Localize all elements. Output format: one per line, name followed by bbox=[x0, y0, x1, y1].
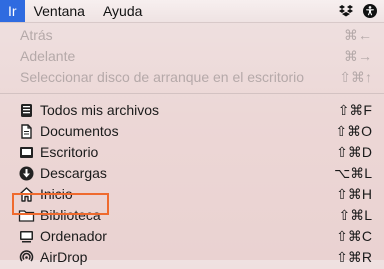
menu-item-documentos[interactable]: Documentos ⇧⌘O bbox=[0, 121, 384, 142]
menu-item-escritorio[interactable]: Escritorio ⇧⌘D bbox=[0, 142, 384, 163]
all-files-icon bbox=[18, 102, 35, 119]
shortcut: ⇧⌘L bbox=[338, 207, 372, 223]
menu-item-label: Descargas bbox=[40, 165, 107, 181]
menu-item-adelante: Adelante ⌘→ bbox=[0, 46, 384, 67]
menu-item-todos-mis-archivos[interactable]: Todos mis archivos ⇧⌘F bbox=[0, 100, 384, 121]
menu-bar: Ir Ventana Ayuda bbox=[0, 0, 384, 23]
menu-item-label: Atrás bbox=[20, 27, 53, 43]
menu-item-label: Seleccionar disco de arranque en el escr… bbox=[20, 69, 305, 85]
menu-item-atras: Atrás ⌘← bbox=[0, 25, 384, 46]
ir-menu: Atrás ⌘← Adelante ⌘→ Seleccionar disco d… bbox=[0, 22, 384, 265]
shortcut: ⌥⌘L bbox=[334, 165, 372, 181]
menu-item-label: AirDrop bbox=[40, 249, 88, 265]
menubar-status-area bbox=[338, 0, 378, 22]
dropbox-icon[interactable] bbox=[338, 3, 354, 19]
accessibility-icon[interactable] bbox=[362, 3, 378, 19]
shortcut: ⇧⌘F bbox=[337, 102, 372, 118]
menu-separator bbox=[0, 93, 384, 94]
menu-item-airdrop[interactable]: AirDrop ⇧⌘R bbox=[0, 247, 384, 268]
desktop-icon bbox=[18, 144, 35, 161]
shortcut: ⇧⌘D bbox=[336, 144, 372, 160]
menu-item-label: Escritorio bbox=[40, 144, 99, 160]
shortcut: ⇧⌘O bbox=[335, 123, 372, 139]
menu-ir[interactable]: Ir bbox=[0, 0, 25, 22]
documents-icon bbox=[18, 123, 35, 140]
menu-item-label: Todos mis archivos bbox=[40, 102, 160, 118]
menu-item-label: Adelante bbox=[20, 48, 76, 64]
menu-ayuda[interactable]: Ayuda bbox=[94, 0, 151, 22]
menu-item-descargas[interactable]: Descargas ⌥⌘L bbox=[0, 163, 384, 184]
shortcut: ⇧⌘C bbox=[336, 228, 372, 244]
menu-ventana[interactable]: Ventana bbox=[25, 0, 94, 22]
shortcut: ⇧⌘R bbox=[336, 249, 372, 265]
menu-item-label: Documentos bbox=[40, 123, 119, 139]
shortcut: ⌘← bbox=[344, 27, 372, 43]
biblioteca-highlight-box bbox=[12, 193, 109, 215]
shortcut: ⌘→ bbox=[344, 48, 372, 64]
computer-icon bbox=[18, 228, 35, 245]
menu-item-ordenador[interactable]: Ordenador ⇧⌘C bbox=[0, 226, 384, 247]
menu-item-startup-disk: Seleccionar disco de arranque en el escr… bbox=[0, 67, 384, 88]
downloads-icon bbox=[18, 165, 35, 182]
menu-item-label: Ordenador bbox=[40, 228, 107, 244]
shortcut: ⇧⌘↑ bbox=[339, 69, 372, 85]
airdrop-icon bbox=[18, 249, 35, 266]
shortcut: ⇧⌘H bbox=[336, 186, 372, 202]
